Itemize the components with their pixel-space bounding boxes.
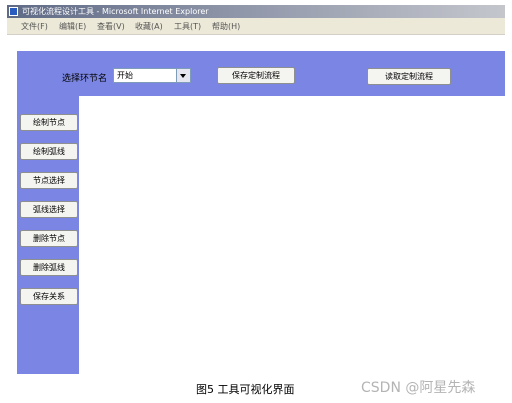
- menu-help[interactable]: 帮助(H): [212, 21, 240, 32]
- design-canvas[interactable]: [79, 96, 505, 374]
- top-toolbar: 选择环节名 开始 保存定制流程 读取定制流程: [17, 51, 505, 96]
- delete-arc-button[interactable]: 删除弧线: [20, 259, 78, 276]
- menu-tools[interactable]: 工具(T): [174, 21, 201, 32]
- step-select[interactable]: 开始: [113, 68, 191, 83]
- figure-caption: 图5 工具可视化界面: [196, 383, 295, 396]
- draw-node-button[interactable]: 绘制节点: [20, 114, 78, 131]
- browser-window: 可视化流程设计工具 - Microsoft Internet Explorer …: [7, 5, 505, 374]
- select-arc-button[interactable]: 弧线选择: [20, 201, 78, 218]
- window-title: 可视化流程设计工具 - Microsoft Internet Explorer: [22, 7, 209, 16]
- menu-bar: 文件(F) 编辑(E) 查看(V) 收藏(A) 工具(T) 帮助(H): [7, 18, 505, 35]
- save-relation-button[interactable]: 保存关系: [20, 288, 78, 305]
- ie-icon: [9, 7, 18, 16]
- select-node-button[interactable]: 节点选择: [20, 172, 78, 189]
- chevron-down-icon[interactable]: [176, 69, 190, 82]
- watermark: CSDN @阿星先森: [361, 380, 476, 396]
- menu-favorites[interactable]: 收藏(A): [135, 21, 163, 32]
- menu-edit[interactable]: 编辑(E): [59, 21, 86, 32]
- step-select-value: 开始: [117, 71, 133, 80]
- menu-view[interactable]: 查看(V): [97, 21, 125, 32]
- title-bar: 可视化流程设计工具 - Microsoft Internet Explorer: [7, 5, 505, 18]
- tool-sidebar: 绘制节点 绘制弧线 节点选择 弧线选择 删除节点 删除弧线 保存关系: [17, 96, 79, 374]
- load-flow-button[interactable]: 读取定制流程: [367, 68, 451, 85]
- menu-file[interactable]: 文件(F): [21, 21, 48, 32]
- delete-node-button[interactable]: 删除节点: [20, 230, 78, 247]
- step-name-label: 选择环节名: [62, 74, 108, 84]
- draw-arc-button[interactable]: 绘制弧线: [20, 143, 78, 160]
- save-flow-button[interactable]: 保存定制流程: [217, 67, 295, 84]
